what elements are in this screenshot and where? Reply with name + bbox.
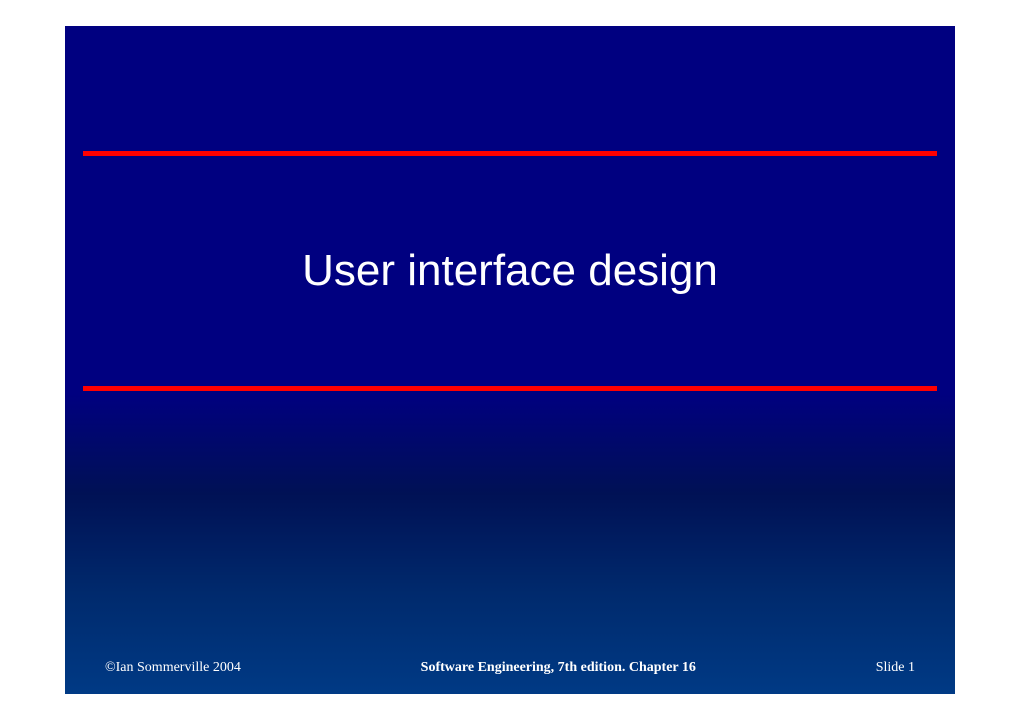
presentation-slide: User interface design ©Ian Sommerville 2… [65, 26, 955, 694]
footer-source: Software Engineering, 7th edition. Chapt… [241, 660, 876, 676]
title-area: User interface design [65, 156, 955, 386]
slide-title: User interface design [302, 246, 718, 296]
footer-slide-number: Slide 1 [876, 660, 915, 676]
slide-footer: ©Ian Sommerville 2004 Software Engineeri… [65, 660, 955, 676]
footer-copyright: ©Ian Sommerville 2004 [105, 660, 241, 676]
top-spacer [65, 26, 955, 151]
divider-line-bottom [83, 386, 937, 391]
